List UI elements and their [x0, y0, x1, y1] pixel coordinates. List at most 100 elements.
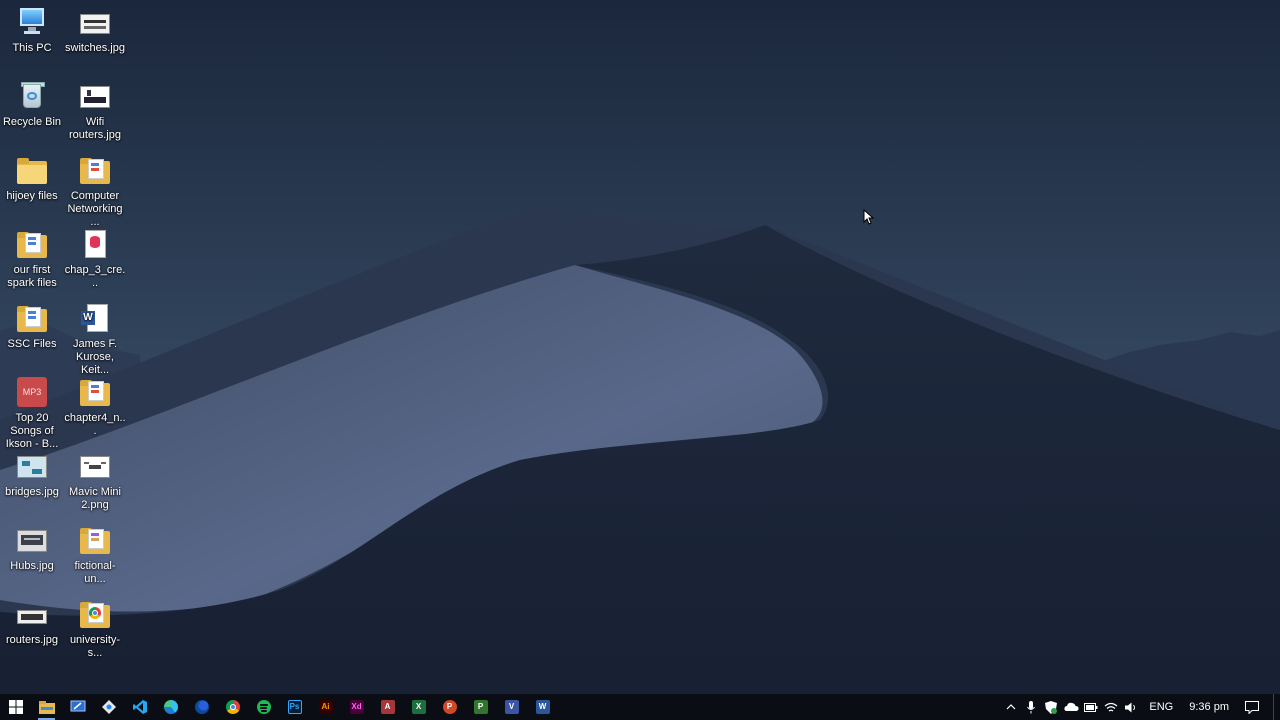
mp3-file-icon: MP3: [16, 376, 48, 408]
desktop-icon-chap3[interactable]: chap_3_cre...: [63, 228, 127, 290]
battery-icon: [1084, 702, 1098, 712]
compressed-folder-icon: [16, 302, 48, 334]
computer-icon: [16, 6, 48, 38]
image-file-icon: [16, 524, 48, 556]
taskbar-adobe-xd[interactable]: Xd: [341, 694, 372, 720]
spotify-icon: [256, 700, 271, 714]
taskbar: Ps Ai Xd A X P P V W ENG 9:36 pm: [0, 694, 1280, 720]
taskbar-vscode[interactable]: [124, 694, 155, 720]
desktop-icon-label: SSC Files: [7, 338, 57, 350]
shield-icon: [1045, 700, 1058, 714]
show-desktop-button[interactable]: [1273, 694, 1280, 720]
taskbar-project[interactable]: P: [465, 694, 496, 720]
desktop-icon-label: our first spark files: [7, 264, 57, 289]
taskbar-file-explorer[interactable]: [31, 694, 62, 720]
image-file-icon: [16, 598, 48, 630]
desktop-icon-fictional-un[interactable]: fictional-un...: [63, 524, 127, 586]
desktop-icon-label: routers.jpg: [6, 634, 58, 646]
taskbar-chrome[interactable]: [217, 694, 248, 720]
word-document-icon: W: [79, 302, 111, 334]
wifi-icon: [1105, 702, 1118, 711]
action-center-button[interactable]: [1237, 694, 1267, 720]
recycle-bin-icon: [16, 80, 48, 112]
desktop-icon-bridges[interactable]: bridges.jpg: [0, 450, 64, 499]
illustrator-icon: Ai: [318, 700, 333, 714]
image-file-icon: [79, 450, 111, 482]
tray-wifi[interactable]: [1101, 694, 1121, 720]
photoshop-icon: Ps: [287, 700, 302, 714]
start-button[interactable]: [0, 694, 31, 720]
taskbar-photoshop[interactable]: Ps: [279, 694, 310, 720]
tray-microphone[interactable]: [1021, 694, 1041, 720]
adobe-xd-icon: Xd: [349, 700, 364, 714]
desktop-icon-label: Mavic Mini 2.png: [69, 486, 121, 511]
system-tray: ENG 9:36 pm: [1001, 694, 1280, 720]
taskbar-visio[interactable]: V: [496, 694, 527, 720]
image-file-icon: [79, 6, 111, 38]
taskbar-sourcetree[interactable]: [93, 694, 124, 720]
taskbar-word[interactable]: W: [527, 694, 558, 720]
desktop-icon-label: bridges.jpg: [5, 486, 59, 498]
desktop-icon-our-first-spark-files[interactable]: our first spark files: [0, 228, 64, 290]
visio-icon: V: [504, 700, 519, 714]
chrome-icon: [225, 700, 240, 714]
taskbar-powerpoint[interactable]: P: [434, 694, 465, 720]
desktop-icon-label: Wifi routers.jpg: [69, 116, 121, 141]
desktop-icon-recycle-bin[interactable]: Recycle Bin: [0, 80, 64, 129]
windows-logo-icon: [8, 700, 23, 714]
desktop-icon-mavic-mini[interactable]: Mavic Mini 2.png: [63, 450, 127, 512]
compressed-folder-icon: [79, 154, 111, 186]
taskbar-edge[interactable]: [155, 694, 186, 720]
desktop-icon-wifi-routers[interactable]: Wifi routers.jpg: [63, 80, 127, 142]
desktop-icon-label: fictional-un...: [74, 560, 116, 585]
tray-security[interactable]: [1041, 694, 1061, 720]
tray-battery[interactable]: [1081, 694, 1101, 720]
remote-desktop-icon: [70, 700, 85, 712]
taskbar-excel[interactable]: X: [403, 694, 434, 720]
show-hidden-icons-button[interactable]: [1001, 694, 1021, 720]
desktop-icon-label: chapter4_n...: [64, 412, 126, 437]
desktop-icon-james-kurose[interactable]: W James F. Kurose, Keit...: [63, 302, 127, 377]
desktop-icon-label: This PC: [12, 42, 52, 54]
tray-volume[interactable]: [1121, 694, 1141, 720]
desktop-icon-chapter4[interactable]: chapter4_n...: [63, 376, 127, 438]
desktop-icon-label: Top 20 Songs of Ikson - B...: [5, 412, 59, 450]
taskbar-spotify[interactable]: [248, 694, 279, 720]
desktop-icon-hijoey-files[interactable]: hijoey files: [0, 154, 64, 203]
desktop-icon-label: Computer Networking ...: [67, 190, 123, 228]
compressed-folder-icon: [16, 228, 48, 260]
file-explorer-icon: [38, 700, 55, 714]
desktop-icon-ssc-files[interactable]: SSC Files: [0, 302, 64, 351]
taskbar-access[interactable]: A: [372, 694, 403, 720]
desktop-icon-university-s[interactable]: university-s...: [63, 598, 127, 660]
clock[interactable]: 9:36 pm: [1181, 701, 1237, 713]
sourcetree-icon: [101, 700, 116, 714]
speaker-icon: [1124, 702, 1135, 712]
chrome-html-file-icon: [79, 598, 111, 630]
desktop-icon-label: university-s...: [69, 634, 121, 659]
taskbar-firefox[interactable]: [186, 694, 217, 720]
compressed-folder-icon: [79, 376, 111, 408]
notification-icon: [1245, 700, 1259, 714]
taskbar-illustrator[interactable]: Ai: [310, 694, 341, 720]
input-language-indicator[interactable]: ENG: [1141, 701, 1181, 713]
vscode-icon: [132, 700, 147, 714]
desktop-icon-label: hijoey files: [6, 190, 58, 202]
desktop-icon-top20songs[interactable]: MP3 Top 20 Songs of Ikson - B...: [0, 376, 64, 451]
taskbar-remote-desktop[interactable]: [62, 694, 93, 720]
desktop-icon-label: James F. Kurose, Keit...: [72, 338, 117, 376]
desktop-icon-hubs[interactable]: Hubs.jpg: [0, 524, 64, 573]
desktop-icon-routers[interactable]: routers.jpg: [0, 598, 64, 647]
image-file-icon: [79, 80, 111, 112]
desktop: This PC switches.jpg Recycle Bin Wifi ro…: [0, 0, 1280, 694]
powerpoint-icon: P: [442, 700, 457, 714]
compressed-folder-icon: [79, 524, 111, 556]
desktop-icon-switches[interactable]: switches.jpg: [63, 6, 127, 55]
tray-onedrive[interactable]: [1061, 694, 1081, 720]
desktop-icon-computer-networking[interactable]: Computer Networking ...: [63, 154, 127, 229]
desktop-icon-this-pc[interactable]: This PC: [0, 6, 64, 55]
image-file-icon: [16, 450, 48, 482]
desktop-icon-label: Hubs.jpg: [10, 560, 54, 572]
excel-icon: X: [411, 700, 426, 714]
desktop-icon-label: Recycle Bin: [2, 116, 62, 128]
